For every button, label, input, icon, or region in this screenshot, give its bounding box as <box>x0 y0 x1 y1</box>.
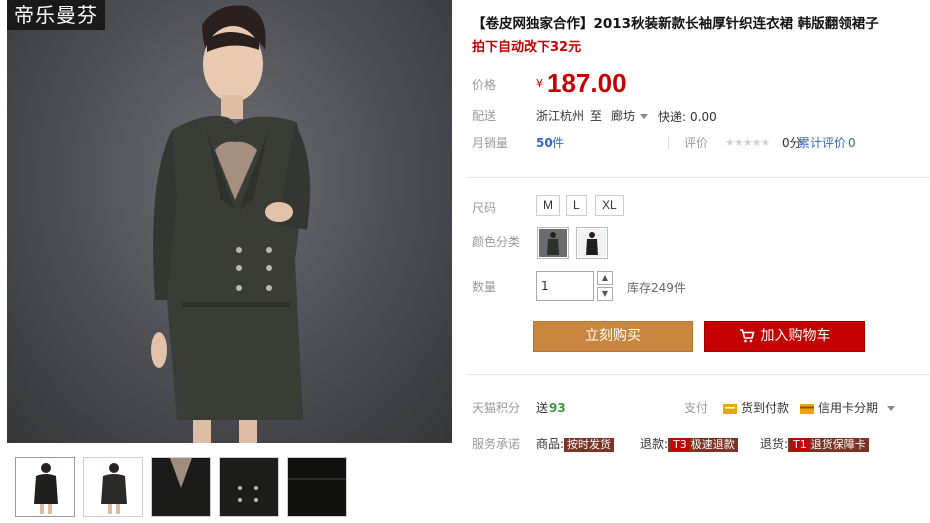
promise-prefix: 退货: <box>760 437 789 451</box>
payment-credit[interactable]: 信用卡分期 <box>800 398 896 418</box>
shipping-row: 配送 浙江杭州 至 廊坊 快递: 0.00 <box>472 106 912 126</box>
sales-unit: 件 <box>552 136 565 150</box>
section-divider <box>466 374 930 375</box>
points-row: 天猫积分 送 93 支付 货到付款 信用卡分期 <box>472 398 912 418</box>
size-option-xl[interactable]: XL <box>595 195 624 216</box>
quantity-label: 数量 <box>472 280 497 294</box>
payment-cod: 货到付款 <box>723 398 789 418</box>
sales-label: 月销量 <box>472 136 509 150</box>
rating-stars: ★★★★★ <box>725 136 770 149</box>
points-label: 天猫积分 <box>472 401 521 415</box>
divider <box>668 136 669 150</box>
shipping-label: 配送 <box>472 109 497 123</box>
sales-count: 50 <box>536 136 553 150</box>
quantity-decrease-button[interactable]: ▼ <box>597 287 613 301</box>
model-photo <box>151 5 311 443</box>
thumbnail-image <box>152 458 210 516</box>
cart-icon <box>739 329 755 343</box>
badge-text: 退货保障卡 <box>810 438 866 451</box>
badge-tag: T3 <box>671 438 689 451</box>
promise-label: 服务承诺 <box>472 437 521 451</box>
credit-card-icon <box>800 403 814 414</box>
points-value: 93 <box>549 401 566 415</box>
service-badge[interactable]: 按时发货 <box>564 438 615 452</box>
ship-to-select[interactable]: 廊坊 <box>611 106 649 126</box>
color-swatch-image <box>539 229 567 257</box>
sales-row: 月销量 50 件 评价 ★★★★★ 0分 累计评价 0 <box>472 133 912 153</box>
promo-subtitle: 拍下自动改下32元 <box>472 40 582 55</box>
quantity-increase-button[interactable]: ▲ <box>597 271 613 285</box>
promise-item-2: 退款: T3 极速退款 <box>640 434 738 454</box>
thumbnail-4[interactable] <box>219 457 279 517</box>
thumbnail-3[interactable] <box>151 457 211 517</box>
brand-logo: 帝乐曼芬 <box>7 0 105 30</box>
size-label: 尺码 <box>472 201 497 215</box>
promise-prefix: 商品: <box>536 437 565 451</box>
thumbnail-image <box>288 458 346 516</box>
chevron-down-icon[interactable] <box>887 406 896 411</box>
payment-label: 支付 <box>684 401 709 415</box>
badge-text: 极速退款 <box>690 438 735 451</box>
size-option-l[interactable]: L <box>566 195 587 216</box>
thumbnail-strip <box>15 457 355 517</box>
express-label: 快递: <box>658 110 687 124</box>
promise-item-1: 商品: 按时发货 <box>536 434 615 454</box>
color-option-1[interactable] <box>537 227 569 259</box>
price-label: 价格 <box>472 78 497 92</box>
chevron-down-icon <box>640 114 649 119</box>
quantity-input[interactable] <box>536 271 594 301</box>
ship-to-city: 廊坊 <box>611 109 636 123</box>
ship-from: 浙江杭州 <box>536 109 585 123</box>
size-option-m[interactable]: M <box>536 195 560 216</box>
service-badge[interactable]: T1 退货保障卡 <box>788 438 869 452</box>
color-option-2[interactable] <box>576 227 608 259</box>
color-label: 颜色分类 <box>472 235 521 249</box>
thumbnail-2[interactable] <box>83 457 143 517</box>
cod-icon <box>723 403 737 414</box>
badge-tag: T1 <box>791 438 809 451</box>
promise-prefix: 退款: <box>640 437 669 451</box>
section-divider <box>466 177 930 178</box>
thumbnail-image <box>84 458 142 516</box>
price-value: 187.00 <box>547 68 627 98</box>
main-product-image[interactable]: 帝乐曼芬 <box>7 0 452 443</box>
points-prefix: 送 <box>536 401 549 415</box>
express-fee: 0.00 <box>690 110 717 124</box>
reviews-link[interactable]: 累计评价 <box>798 133 846 153</box>
thumbnail-5[interactable] <box>287 457 347 517</box>
add-to-cart-button[interactable]: 加入购物车 <box>704 321 865 352</box>
thumbnail-1[interactable] <box>15 457 75 517</box>
thumbnail-image <box>16 458 74 516</box>
service-badge[interactable]: T3 极速退款 <box>668 438 738 452</box>
ship-to-word: 至 <box>590 109 603 123</box>
buy-now-button[interactable]: 立刻购买 <box>533 321 693 352</box>
reviews-count: 0 <box>848 136 856 150</box>
add-to-cart-label: 加入购物车 <box>760 328 831 344</box>
stock-text: 库存249件 <box>627 281 686 295</box>
currency-symbol: ¥ <box>536 77 543 90</box>
payment-cod-label: 货到付款 <box>741 401 790 415</box>
product-title: 【卷皮网独家合作】2013秋装新款长袖厚针织连衣裙 韩版翻领裙子 <box>472 16 879 32</box>
price-row: 价格 ¥ 187.00 <box>472 68 912 100</box>
promise-item-3: 退货: T1 退货保障卡 <box>760 434 869 454</box>
payment-credit-label: 信用卡分期 <box>818 401 879 415</box>
color-swatch-image <box>578 229 606 257</box>
service-promise-row: 服务承诺 商品: 按时发货 退款: T3 极速退款 退货: T1 退货保障卡 <box>472 434 912 454</box>
rating-label: 评价 <box>684 136 709 150</box>
badge-text: 按时发货 <box>567 438 612 451</box>
thumbnail-image <box>220 458 278 516</box>
